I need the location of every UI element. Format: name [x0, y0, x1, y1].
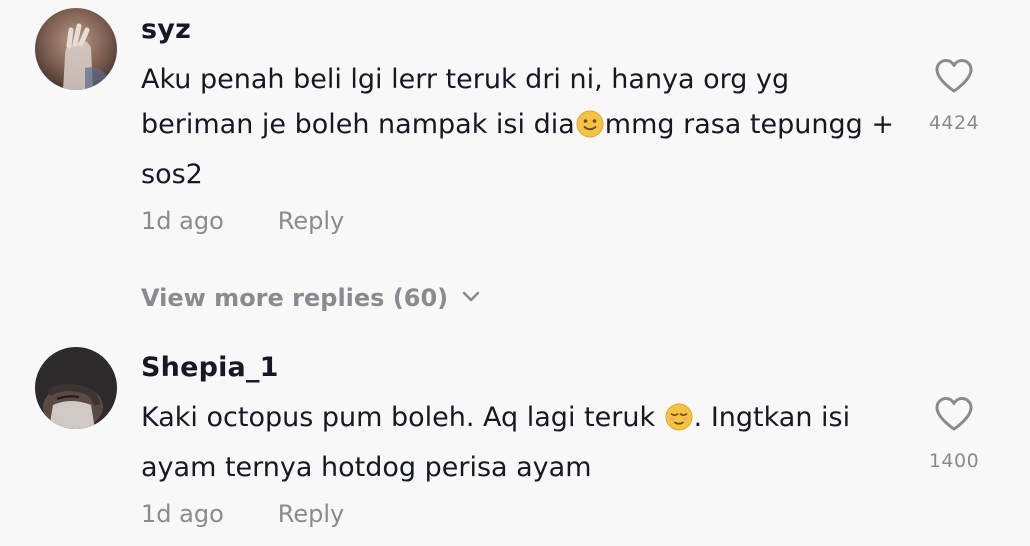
- slightly-smiling-face-icon: [576, 107, 604, 152]
- relieved-face-icon: [665, 400, 693, 445]
- comment-meta: 1d ago Reply: [141, 207, 344, 235]
- comment-time: 1d ago: [141, 207, 224, 235]
- reply-button[interactable]: Reply: [278, 500, 344, 528]
- comment-item: Shepia_1 Kaki octopus pum boleh. Aq lagi…: [0, 340, 1030, 546]
- chevron-down-icon: [462, 281, 480, 309]
- avatar[interactable]: [35, 8, 117, 90]
- like-section: 4424: [915, 58, 993, 134]
- view-more-replies-label: View more replies (60): [141, 284, 449, 312]
- heart-icon[interactable]: [915, 58, 993, 98]
- view-more-replies-button[interactable]: View more replies (60): [141, 281, 480, 312]
- avatar[interactable]: [35, 347, 117, 429]
- comment-text: Aku penah beli lgi lerr teruk dri ni, ha…: [141, 57, 901, 197]
- reply-button[interactable]: Reply: [278, 207, 344, 235]
- like-section: 1400: [915, 396, 993, 472]
- heart-icon[interactable]: [915, 396, 993, 436]
- comment-item: syz Aku penah beli lgi lerr teruk dri ni…: [0, 0, 1030, 260]
- comment-username[interactable]: syz: [141, 14, 191, 45]
- like-count: 4424: [928, 112, 980, 134]
- like-count: 1400: [928, 450, 980, 472]
- comment-text: Kaki octopus pum boleh. Aq lagi teruk . …: [141, 395, 901, 490]
- comment-meta: 1d ago Reply: [141, 500, 344, 528]
- comment-text-part: Kaki octopus pum boleh. Aq lagi teruk: [141, 402, 664, 433]
- comment-time: 1d ago: [141, 500, 224, 528]
- comment-username[interactable]: Shepia_1: [141, 352, 279, 383]
